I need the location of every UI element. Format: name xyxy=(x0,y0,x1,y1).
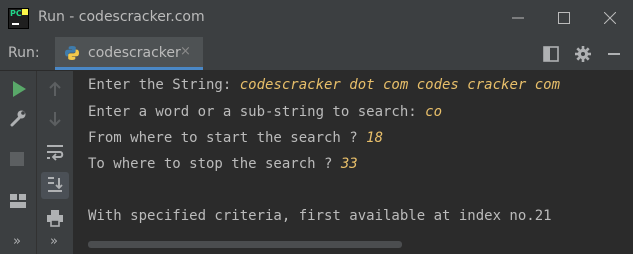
console-line: From where to start the search ? 18 xyxy=(88,130,383,146)
close-icon xyxy=(604,12,616,24)
hide-icon[interactable] xyxy=(605,45,623,63)
close-button[interactable] xyxy=(587,0,633,37)
console-prompt: Enter a word or a sub-string to search: xyxy=(88,104,426,120)
run-toolbar: Run: codescracker × xyxy=(0,37,633,71)
console-line: Enter the String: codescracker dot com c… xyxy=(88,77,560,93)
tab-close-icon[interactable]: × xyxy=(180,44,191,59)
layout-grid-icon[interactable] xyxy=(9,193,27,209)
run-actions-column: » xyxy=(0,71,37,254)
console-actions-column: » xyxy=(37,71,74,254)
gear-icon[interactable] xyxy=(574,45,592,63)
console-user-input: 33 xyxy=(340,156,358,172)
console-user-input: 18 xyxy=(366,130,384,146)
console-line: Enter a word or a sub-string to search: … xyxy=(88,104,442,120)
stop-icon[interactable] xyxy=(10,152,24,166)
scroll-to-end-icon[interactable] xyxy=(46,176,64,194)
console-user-input: codescracker dot com codes cracker com xyxy=(239,77,561,93)
pycharm-logo-icon: PC xyxy=(8,8,29,29)
scroll-down-icon[interactable] xyxy=(48,110,62,128)
layout-icon[interactable] xyxy=(542,45,560,63)
more-actions-left[interactable]: » xyxy=(13,234,21,249)
wrench-icon[interactable] xyxy=(9,109,27,127)
console-result: With specified criteria, first available… xyxy=(88,208,552,224)
console-prompt: Enter the String: xyxy=(88,77,240,93)
more-actions-right[interactable]: » xyxy=(50,234,58,249)
console-user-input: co xyxy=(425,104,443,120)
run-label: Run: xyxy=(8,45,40,61)
console-line: To where to stop the search ? 33 xyxy=(88,156,358,172)
maximize-button[interactable] xyxy=(541,0,587,37)
console-prompt: From where to start the search ? xyxy=(88,130,367,146)
window-title: Run - codescracker.com xyxy=(38,9,205,25)
print-icon[interactable] xyxy=(46,209,64,227)
scroll-up-icon[interactable] xyxy=(48,80,62,98)
soft-wrap-icon[interactable] xyxy=(46,143,64,161)
tab-active-indicator xyxy=(55,67,203,70)
python-file-icon xyxy=(65,46,79,60)
tab-label: codescracker xyxy=(88,45,181,61)
console-line: With specified criteria, first available… xyxy=(88,208,552,224)
console-prompt: To where to stop the search ? xyxy=(88,156,341,172)
horizontal-scrollbar[interactable] xyxy=(88,241,402,248)
maximize-icon xyxy=(558,12,570,24)
minimize-button[interactable] xyxy=(495,0,541,37)
tab-codescracker[interactable]: codescracker × xyxy=(55,37,203,70)
title-bar: PC Run - codescracker.com xyxy=(0,0,633,37)
rerun-icon[interactable] xyxy=(11,80,27,98)
console-output[interactable]: Enter the String: codescracker dot com c… xyxy=(74,71,633,254)
minimize-icon xyxy=(512,17,524,19)
